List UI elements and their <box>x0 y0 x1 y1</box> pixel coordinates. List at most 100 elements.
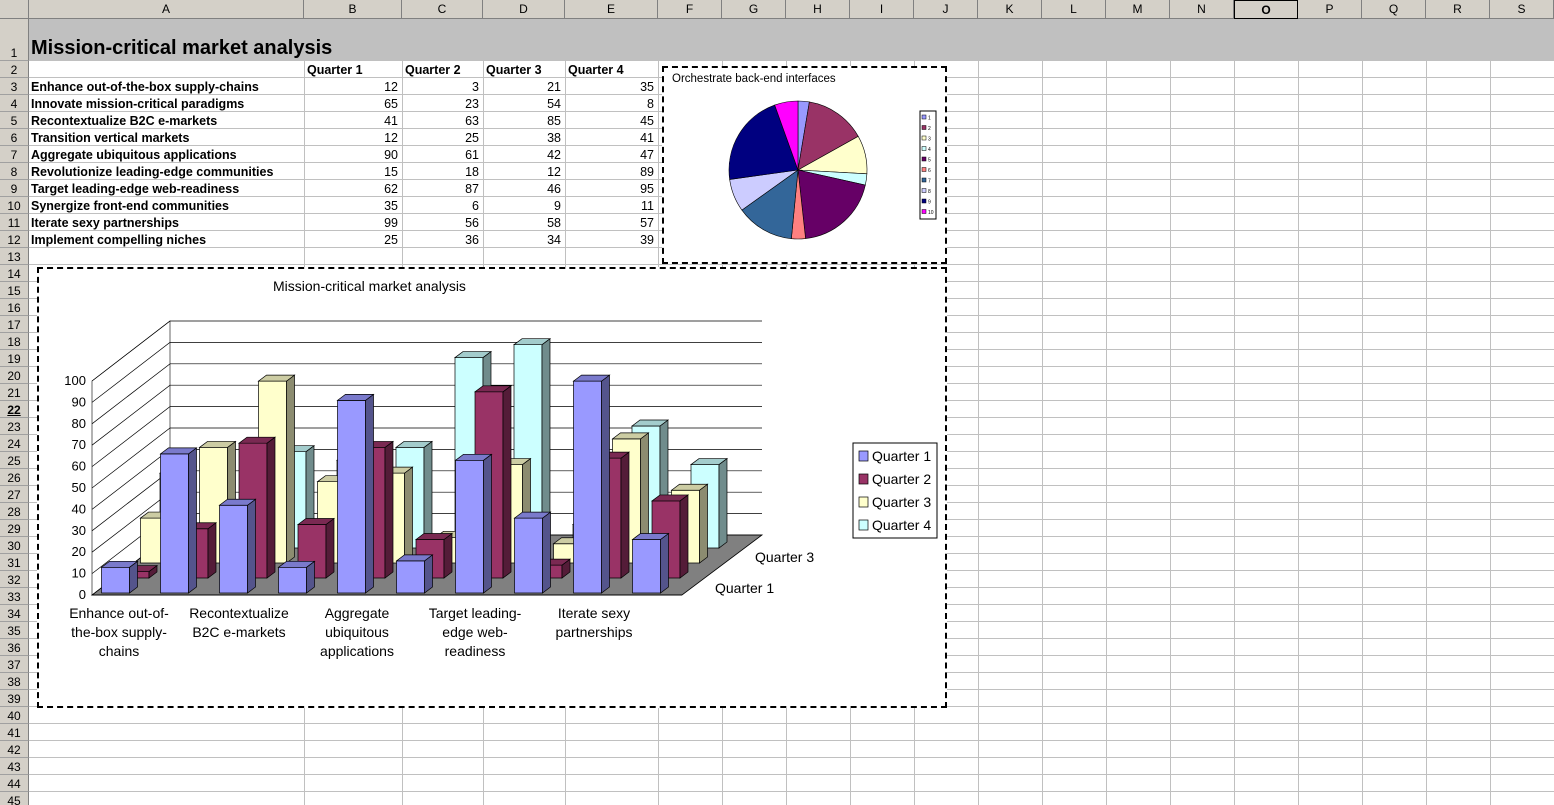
header-cell-1[interactable]: Quarter 1 <box>307 62 363 78</box>
value-cell[interactable]: 23 <box>402 96 479 112</box>
column-header-e[interactable]: E <box>565 0 658 19</box>
value-cell[interactable]: 61 <box>402 147 479 163</box>
row-header-27[interactable]: 27 <box>0 486 29 503</box>
row-label-cell[interactable]: Target leading-edge web-readiness <box>31 181 239 197</box>
value-cell[interactable]: 58 <box>483 215 561 231</box>
select-all-corner[interactable] <box>0 0 29 19</box>
column-header-h[interactable]: H <box>786 0 850 19</box>
row-header-5[interactable]: 5 <box>0 112 29 129</box>
value-cell[interactable]: 99 <box>304 215 398 231</box>
spreadsheet[interactable]: ABCDEFGHIJKLMNOPQRS 1 2 3 4 5 6 7 8 9 10 11 12 13 14 1… <box>0 0 1554 805</box>
column-header-i[interactable]: I <box>850 0 914 19</box>
row-header-11[interactable]: 11 <box>0 214 29 231</box>
row-header-16[interactable]: 16 <box>0 299 29 316</box>
value-cell[interactable]: 54 <box>483 96 561 112</box>
pie-chart[interactable]: Orchestrate back-end interfaces 12345678… <box>662 66 947 264</box>
row-header-4[interactable]: 4 <box>0 95 29 112</box>
row-header-18[interactable]: 18 <box>0 333 29 350</box>
value-cell[interactable]: 45 <box>565 113 654 129</box>
row-header-12[interactable]: 12 <box>0 231 29 248</box>
row-header-3[interactable]: 3 <box>0 78 29 95</box>
column-header-s[interactable]: S <box>1490 0 1554 19</box>
value-cell[interactable]: 38 <box>483 130 561 146</box>
row-header-35[interactable]: 35 <box>0 622 29 639</box>
row-header-28[interactable]: 28 <box>0 503 29 520</box>
row-header-20[interactable]: 20 <box>0 367 29 384</box>
row-header-37[interactable]: 37 <box>0 656 29 673</box>
value-cell[interactable]: 18 <box>402 164 479 180</box>
value-cell[interactable]: 42 <box>483 147 561 163</box>
value-cell[interactable]: 56 <box>402 215 479 231</box>
row-label-cell[interactable]: Synergize front-end communities <box>31 198 229 214</box>
column-header-q[interactable]: Q <box>1362 0 1426 19</box>
row-header-9[interactable]: 9 <box>0 180 29 197</box>
value-cell[interactable]: 21 <box>483 79 561 95</box>
row-label-cell[interactable]: Iterate sexy partnerships <box>31 215 179 231</box>
column-header-p[interactable]: P <box>1298 0 1362 19</box>
row-label-cell[interactable]: Recontextualize B2C e-markets <box>31 113 217 129</box>
column-header-r[interactable]: R <box>1426 0 1490 19</box>
row-header-22[interactable]: 22 <box>0 401 29 418</box>
value-cell[interactable]: 85 <box>483 113 561 129</box>
row-label-cell[interactable]: Aggregate ubiquitous applications <box>31 147 237 163</box>
column-header-g[interactable]: G <box>722 0 786 19</box>
column-header-b[interactable]: B <box>304 0 402 19</box>
row-header-25[interactable]: 25 <box>0 452 29 469</box>
row-header-39[interactable]: 39 <box>0 690 29 707</box>
row-label-cell[interactable]: Enhance out-of-the-box supply-chains <box>31 79 259 95</box>
value-cell[interactable]: 15 <box>304 164 398 180</box>
value-cell[interactable]: 34 <box>483 232 561 248</box>
row-header-2[interactable]: 2 <box>0 61 29 78</box>
column-header-n[interactable]: N <box>1170 0 1234 19</box>
column-header-m[interactable]: M <box>1106 0 1170 19</box>
value-cell[interactable]: 35 <box>565 79 654 95</box>
row-label-cell[interactable]: Implement compelling niches <box>31 232 206 248</box>
value-cell[interactable]: 41 <box>304 113 398 129</box>
row-header-33[interactable]: 33 <box>0 588 29 605</box>
value-cell[interactable]: 47 <box>565 147 654 163</box>
value-cell[interactable]: 12 <box>483 164 561 180</box>
value-cell[interactable]: 36 <box>402 232 479 248</box>
row-header-29[interactable]: 29 <box>0 520 29 537</box>
row-header-41[interactable]: 41 <box>0 724 29 741</box>
row-header-6[interactable]: 6 <box>0 129 29 146</box>
column-header-a[interactable]: A <box>29 0 304 19</box>
row-header-13[interactable]: 13 <box>0 248 29 265</box>
value-cell[interactable]: 87 <box>402 181 479 197</box>
row-header-1[interactable]: 1 <box>0 19 29 61</box>
value-cell[interactable]: 65 <box>304 96 398 112</box>
value-cell[interactable]: 12 <box>304 79 398 95</box>
row-header-17[interactable]: 17 <box>0 316 29 333</box>
column-header-d[interactable]: D <box>483 0 565 19</box>
row-header-10[interactable]: 10 <box>0 197 29 214</box>
row-label-cell[interactable]: Transition vertical markets <box>31 130 189 146</box>
row-header-21[interactable]: 21 <box>0 384 29 401</box>
value-cell[interactable]: 6 <box>402 198 479 214</box>
value-cell[interactable]: 39 <box>565 232 654 248</box>
column-header-f[interactable]: F <box>658 0 722 19</box>
row-header-15[interactable]: 15 <box>0 282 29 299</box>
row-header-19[interactable]: 19 <box>0 350 29 367</box>
row-header-34[interactable]: 34 <box>0 605 29 622</box>
row-header-23[interactable]: 23 <box>0 418 29 435</box>
value-cell[interactable]: 46 <box>483 181 561 197</box>
row-header-38[interactable]: 38 <box>0 673 29 690</box>
value-cell[interactable]: 90 <box>304 147 398 163</box>
value-cell[interactable]: 25 <box>402 130 479 146</box>
row-header-40[interactable]: 40 <box>0 707 29 724</box>
header-cell-2[interactable]: Quarter 2 <box>405 62 461 78</box>
row-header-7[interactable]: 7 <box>0 146 29 163</box>
row-header-42[interactable]: 42 <box>0 741 29 758</box>
value-cell[interactable]: 57 <box>565 215 654 231</box>
row-label-cell[interactable]: Revolutionize leading-edge communities <box>31 164 273 180</box>
column-header-j[interactable]: J <box>914 0 978 19</box>
row-header-31[interactable]: 31 <box>0 554 29 571</box>
value-cell[interactable]: 25 <box>304 232 398 248</box>
value-cell[interactable]: 41 <box>565 130 654 146</box>
header-cell-3[interactable]: Quarter 3 <box>486 62 542 78</box>
value-cell[interactable]: 62 <box>304 181 398 197</box>
row-header-44[interactable]: 44 <box>0 775 29 792</box>
row-label-cell[interactable]: Innovate mission-critical paradigms <box>31 96 244 112</box>
row-header-45[interactable]: 45 <box>0 792 29 805</box>
row-header-30[interactable]: 30 <box>0 537 29 554</box>
